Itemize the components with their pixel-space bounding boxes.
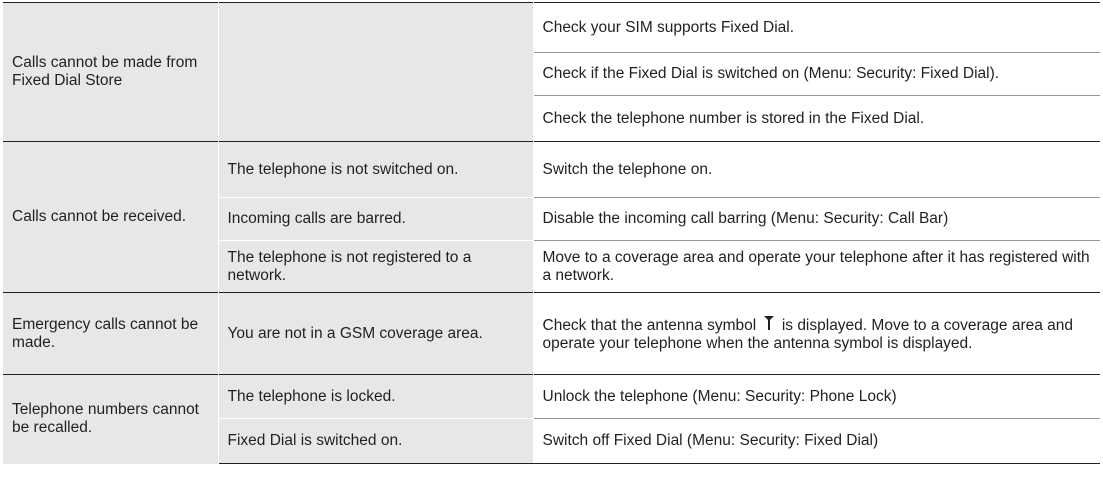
problem-cell: Telephone numbers cannot be recalled. bbox=[3, 374, 219, 464]
cause-cell bbox=[218, 2, 534, 142]
remedy-cell: Switch off Fixed Dial (Menu: Security: F… bbox=[533, 418, 1100, 464]
remedy-cell: Check if the Fixed Dial is switched on (… bbox=[533, 52, 1100, 96]
remedy-text-before: Check that the antenna symbol bbox=[542, 316, 757, 334]
cause-cell: The telephone is locked. bbox=[218, 374, 534, 419]
remedy-cell: Check that the antenna symbol is display… bbox=[533, 292, 1100, 375]
table-row: Calls cannot be received. The telephone … bbox=[3, 141, 1100, 293]
table-row: Telephone numbers cannot be recalled. Th… bbox=[3, 374, 1100, 464]
cause-cell: Incoming calls are barred. bbox=[218, 197, 534, 241]
problem-cell: Calls cannot be made from Fixed Dial Sto… bbox=[3, 2, 219, 142]
remedy-cell: Disable the incoming call barring (Menu:… bbox=[533, 197, 1100, 241]
cause-cell: You are not in a GSM coverage area. bbox=[218, 292, 534, 375]
cause-cell: Fixed Dial is switched on. bbox=[218, 418, 534, 464]
antenna-signal-icon bbox=[763, 315, 774, 330]
remedy-cell: Check the telephone number is stored in … bbox=[533, 95, 1100, 142]
table-row: Emergency calls cannot be made. You are … bbox=[3, 292, 1100, 375]
troubleshooting-table: Calls cannot be made from Fixed Dial Sto… bbox=[3, 2, 1100, 464]
remedy-cell: Check your SIM supports Fixed Dial. bbox=[533, 2, 1100, 53]
problem-cell: Emergency calls cannot be made. bbox=[3, 292, 219, 375]
remedy-cell: Unlock the telephone (Menu: Security: Ph… bbox=[533, 374, 1100, 419]
cause-cell: The telephone is not registered to a net… bbox=[218, 240, 534, 293]
remedy-cell: Move to a coverage area and operate your… bbox=[533, 240, 1100, 293]
cause-cell: The telephone is not switched on. bbox=[218, 141, 534, 198]
troubleshooting-page: Calls cannot be made from Fixed Dial Sto… bbox=[0, 0, 1103, 481]
remedy-cell: Switch the telephone on. bbox=[533, 141, 1100, 198]
table-row: Calls cannot be made from Fixed Dial Sto… bbox=[3, 2, 1100, 142]
problem-cell: Calls cannot be received. bbox=[3, 141, 219, 293]
